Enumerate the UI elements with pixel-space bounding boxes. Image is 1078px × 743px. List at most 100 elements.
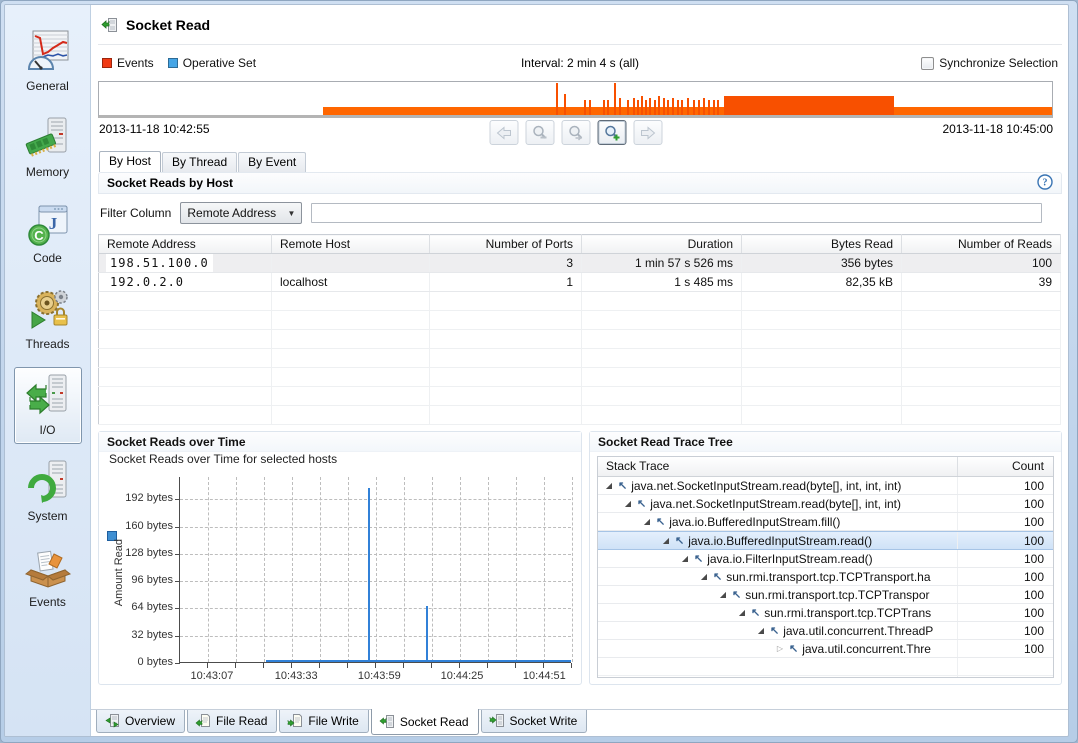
remote-address-value: 192.0.2.0 bbox=[107, 274, 187, 290]
forward-button[interactable] bbox=[633, 120, 662, 145]
x-tick-mark bbox=[347, 663, 348, 668]
stack-frame-icon: ↖ bbox=[789, 642, 798, 655]
expanded-icon[interactable]: ◢ bbox=[661, 536, 671, 545]
sidebar-item-code[interactable]: J C Code bbox=[14, 195, 82, 272]
col-count[interactable]: Count bbox=[958, 457, 1053, 476]
collapsed-icon[interactable]: ▷ bbox=[775, 644, 785, 653]
tree-row[interactable]: ◢↖java.util.concurrent.ThreadP100 bbox=[598, 622, 1053, 640]
tab-overview[interactable]: Overview bbox=[96, 710, 185, 733]
zoom-selection-button[interactable] bbox=[561, 120, 590, 145]
count-value: 100 bbox=[958, 534, 1053, 548]
sidebar-item-general[interactable]: General bbox=[14, 23, 82, 100]
expanded-icon[interactable]: ◢ bbox=[623, 499, 633, 508]
timeline-event-spike bbox=[637, 100, 639, 115]
sidebar-item-system[interactable]: System bbox=[14, 453, 82, 530]
file-write-tab-icon bbox=[287, 713, 303, 728]
col-remote-address[interactable]: Remote Address bbox=[99, 235, 272, 254]
filter-column-dropdown[interactable]: Remote Address ▼ bbox=[180, 202, 302, 224]
tab-file-read[interactable]: File Read bbox=[187, 710, 277, 733]
bottom-panels: Socket Reads over Time Socket Reads over… bbox=[98, 431, 1062, 685]
svg-text:?: ? bbox=[1043, 177, 1048, 188]
tree-row[interactable]: ◢↖sun.rmi.transport.tcp.TCPTransport.ha1… bbox=[598, 568, 1053, 586]
plot-area[interactable] bbox=[179, 477, 571, 663]
timeline-event-spike bbox=[627, 100, 629, 115]
zoom-out-button[interactable] bbox=[525, 120, 554, 145]
tab-by-thread[interactable]: By Thread bbox=[162, 152, 237, 172]
event-timeline[interactable] bbox=[98, 81, 1053, 118]
table-row[interactable]: 198.51.100.0 3 1 min 57 s 526 ms 356 byt… bbox=[99, 254, 1061, 273]
expanded-icon[interactable]: ◢ bbox=[699, 572, 709, 581]
tree-row[interactable]: ◢↖java.io.FilterInputStream.read()100 bbox=[598, 550, 1053, 568]
x-tick-label: 10:44:25 bbox=[441, 670, 484, 682]
expanded-icon[interactable]: ◢ bbox=[642, 517, 652, 526]
data-spike bbox=[368, 488, 370, 662]
expanded-icon[interactable]: ◢ bbox=[680, 554, 690, 563]
tab-socket-write[interactable]: Socket Write bbox=[481, 710, 588, 733]
col-number-of-ports[interactable]: Number of Ports bbox=[430, 235, 582, 254]
filter-text-input[interactable] bbox=[311, 203, 1042, 223]
general-icon bbox=[24, 28, 72, 76]
sidebar-item-memory[interactable]: Memory bbox=[14, 109, 82, 186]
col-bytes-read[interactable]: Bytes Read bbox=[742, 235, 902, 254]
reads-over-time-chart[interactable]: Amount Read 0 bytes32 bytes64 bytes96 by… bbox=[99, 469, 581, 684]
tab-socket-read[interactable]: Socket Read bbox=[371, 709, 479, 735]
window-content: General Memory J bbox=[4, 4, 1069, 737]
expanded-icon[interactable]: ◢ bbox=[604, 481, 614, 490]
table-row[interactable]: 192.0.2.0 localhost 1 1 s 485 ms 82,35 k… bbox=[99, 273, 1061, 292]
timeline-event-spike bbox=[687, 98, 689, 115]
sidebar-item-events[interactable]: Events bbox=[14, 539, 82, 616]
stack-frame-cell: ◢↖java.util.concurrent.ThreadP bbox=[598, 622, 958, 639]
socket-read-tab-icon bbox=[379, 714, 395, 729]
stack-frame-icon: ↖ bbox=[732, 588, 741, 601]
back-button[interactable] bbox=[489, 120, 518, 145]
timeline-activity-block bbox=[724, 96, 894, 115]
tree-row[interactable]: ◢↖java.io.BufferedInputStream.fill()100 bbox=[598, 513, 1053, 531]
legend-events: Events bbox=[102, 56, 154, 70]
timeline-event-spike bbox=[667, 100, 669, 115]
tab-file-write[interactable]: File Write bbox=[279, 710, 368, 733]
zoom-in-button[interactable] bbox=[597, 120, 626, 145]
y-tick-mark bbox=[175, 554, 180, 555]
reads-over-time-subtitle: Socket Reads over Time for selected host… bbox=[99, 452, 581, 469]
host-section-title: Socket Reads by Host bbox=[107, 176, 233, 190]
col-number-of-reads[interactable]: Number of Reads bbox=[902, 235, 1061, 254]
sidebar-item-threads[interactable]: Threads bbox=[14, 281, 82, 358]
tree-row[interactable]: ◢↖java.net.SocketInputStream.read(byte[]… bbox=[598, 477, 1053, 495]
expanded-icon[interactable]: ◢ bbox=[756, 626, 766, 635]
view-tabs: By Host By Thread By Event bbox=[98, 150, 1062, 172]
gridline bbox=[432, 477, 433, 662]
empty-row bbox=[99, 330, 1061, 349]
socket-write-tab-icon bbox=[489, 713, 505, 728]
synchronize-selection-checkbox[interactable] bbox=[921, 57, 934, 70]
timeline-event-spike bbox=[708, 100, 710, 115]
tree-row[interactable]: ◢↖java.net.SocketInputStream.read(byte[]… bbox=[598, 495, 1053, 513]
stack-frame-icon: ↖ bbox=[770, 624, 779, 637]
x-tick-mark bbox=[459, 663, 460, 668]
col-duration[interactable]: Duration bbox=[582, 235, 742, 254]
help-button[interactable]: ? bbox=[1037, 174, 1053, 193]
timeline-event-spike bbox=[584, 100, 586, 115]
page-title: Socket Read bbox=[126, 17, 210, 33]
expanded-icon[interactable]: ◢ bbox=[737, 608, 747, 617]
col-stack-trace[interactable]: Stack Trace bbox=[598, 457, 958, 476]
gridline bbox=[460, 477, 461, 662]
timeline-event-spike bbox=[614, 83, 616, 115]
tree-row[interactable]: ◢↖sun.rmi.transport.tcp.TCPTrans100 bbox=[598, 604, 1053, 622]
x-tick-mark bbox=[515, 663, 516, 668]
tree-row[interactable]: ▷↖java.util.concurrent.Thre100 bbox=[598, 640, 1053, 658]
count-value: 100 bbox=[958, 588, 1053, 602]
tab-by-host[interactable]: By Host bbox=[99, 151, 161, 172]
trace-tree-rows: ◢↖java.net.SocketInputStream.read(byte[]… bbox=[598, 477, 1053, 658]
x-tick-mark bbox=[487, 663, 488, 668]
stack-frame-text: java.io.BufferedInputStream.fill() bbox=[669, 515, 840, 529]
overview-tab-icon bbox=[104, 713, 120, 728]
tree-row[interactable]: ◢↖sun.rmi.transport.tcp.TCPTranspor100 bbox=[598, 586, 1053, 604]
sidebar-item-io[interactable]: I/O bbox=[14, 367, 82, 444]
timeline-event-spike bbox=[677, 100, 679, 115]
expanded-icon[interactable]: ◢ bbox=[718, 590, 728, 599]
x-tick-mark bbox=[291, 663, 292, 668]
col-remote-host[interactable]: Remote Host bbox=[272, 235, 430, 254]
tab-by-event[interactable]: By Event bbox=[238, 152, 306, 172]
timeline-event-spike bbox=[645, 100, 647, 115]
tree-row[interactable]: ◢↖java.io.BufferedInputStream.read()100 bbox=[598, 531, 1053, 550]
